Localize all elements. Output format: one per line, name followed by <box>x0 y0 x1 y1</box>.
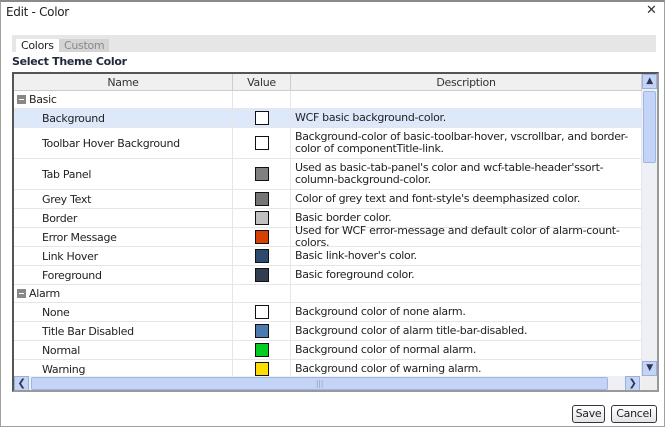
table-row[interactable]: Link Hover Basic link-hover's color. <box>14 247 642 266</box>
color-description: Used as basic-tab-panel's color and wcf-… <box>291 159 642 189</box>
vertical-scrollbar[interactable]: ▲ ▼ <box>642 74 657 376</box>
empty-cell <box>291 285 642 302</box>
close-icon[interactable]: ✕ <box>646 3 657 18</box>
color-swatch[interactable] <box>254 111 269 125</box>
table-row[interactable]: Toolbar Hover Background Background-color… <box>14 128 642 159</box>
collapse-icon[interactable] <box>17 95 26 104</box>
color-swatch[interactable] <box>254 362 269 376</box>
value-cell <box>233 228 291 246</box>
scrollbar-corner <box>642 376 657 390</box>
color-description: Basic link-hover's color. <box>291 247 642 265</box>
color-description: Background color of none alarm. <box>291 303 642 321</box>
color-name: Background <box>14 109 233 127</box>
color-swatch[interactable] <box>254 211 269 225</box>
column-header-value[interactable]: Value <box>233 74 291 91</box>
color-description: Color of grey text and font-style's deem… <box>291 190 642 208</box>
value-cell <box>233 128 291 158</box>
color-description: WCF basic background-color. <box>291 109 642 127</box>
table-header: Name Value Description <box>14 74 642 91</box>
color-description: Background-color of basic-toolbar-hover,… <box>291 128 642 158</box>
color-swatch[interactable] <box>254 268 269 282</box>
color-swatch[interactable] <box>254 343 269 357</box>
save-button[interactable]: Save <box>572 405 605 423</box>
scroll-down-icon[interactable]: ▼ <box>642 361 657 376</box>
group-cell: Alarm <box>14 285 233 302</box>
vertical-scroll-thumb[interactable] <box>643 91 656 163</box>
tab-custom[interactable]: Custom <box>59 39 110 52</box>
dialog-title: Edit - Color <box>6 5 69 19</box>
column-header-name[interactable]: Name <box>14 74 233 91</box>
table-row[interactable]: None Background color of none alarm. <box>14 303 642 322</box>
color-name: Toolbar Hover Background <box>14 128 233 158</box>
value-cell <box>233 303 291 321</box>
color-swatch[interactable] <box>254 305 269 319</box>
color-description: Background color of alarm title-bar-disa… <box>291 322 642 340</box>
color-swatch[interactable] <box>254 249 269 263</box>
cancel-button[interactable]: Cancel <box>611 405 657 423</box>
color-name: Error Message <box>14 228 233 246</box>
color-name: Link Hover <box>14 247 233 265</box>
color-swatch[interactable] <box>254 230 269 244</box>
table-row[interactable]: Title Bar Disabled Background color of al… <box>14 322 642 341</box>
color-description: Basic foreground color. <box>291 266 642 284</box>
group-row[interactable]: Alarm <box>14 285 642 303</box>
scroll-right-icon[interactable]: ❯ <box>625 376 640 390</box>
collapse-icon[interactable] <box>17 289 26 298</box>
value-cell <box>233 266 291 284</box>
horizontal-scroll-thumb[interactable]: ||| <box>31 377 608 390</box>
value-cell <box>233 322 291 340</box>
horizontal-scrollbar[interactable]: ❮ ||| ❯ <box>14 376 642 390</box>
color-description: Background color of normal alarm. <box>291 341 642 359</box>
color-swatch[interactable] <box>254 324 269 338</box>
table-row[interactable]: Background WCF basic background-color. <box>14 109 642 128</box>
scroll-up-icon[interactable]: ▲ <box>642 74 657 89</box>
group-cell: Basic <box>14 91 233 108</box>
group-label: Basic <box>29 93 57 106</box>
value-cell <box>233 247 291 265</box>
group-label: Alarm <box>29 287 60 300</box>
color-description: Used for WCF error-message and default c… <box>291 225 642 249</box>
color-name: Foreground <box>14 266 233 284</box>
color-name: Title Bar Disabled <box>14 322 233 340</box>
tab-colors[interactable]: Colors <box>16 39 59 52</box>
table-row[interactable]: Normal Background color of normal alarm. <box>14 341 642 360</box>
value-cell <box>233 341 291 359</box>
empty-cell <box>233 91 291 108</box>
empty-cell <box>233 285 291 302</box>
color-swatch[interactable] <box>254 192 269 206</box>
section-title: Select Theme Color <box>12 55 127 68</box>
group-row[interactable]: Basic <box>14 91 642 109</box>
value-cell <box>233 159 291 189</box>
table-row[interactable]: Error Message Used for WCF error-message … <box>14 225 642 249</box>
empty-cell <box>291 91 642 108</box>
color-name: Tab Panel <box>14 159 233 189</box>
color-name: None <box>14 303 233 321</box>
color-name: Border <box>14 209 233 227</box>
color-swatch[interactable] <box>254 136 269 150</box>
value-cell <box>233 109 291 127</box>
column-header-description[interactable]: Description <box>291 74 642 91</box>
theme-color-table: Name Value Description Basic Background WC… <box>12 72 659 392</box>
table-row[interactable]: Tab Panel Used as basic-tab-panel's color… <box>14 159 642 190</box>
scroll-left-icon[interactable]: ❮ <box>14 376 29 390</box>
value-cell <box>233 209 291 227</box>
table-row[interactable]: Foreground Basic foreground color. <box>14 266 642 285</box>
edit-color-dialog: Edit - Color ✕ Colors Custom Select Them… <box>0 0 665 427</box>
color-name: Normal <box>14 341 233 359</box>
tab-strip: Colors Custom <box>12 35 656 52</box>
color-swatch[interactable] <box>254 167 269 181</box>
table-row[interactable]: Grey Text Color of grey text and font-sty… <box>14 190 642 209</box>
color-name: Grey Text <box>14 190 233 208</box>
value-cell <box>233 190 291 208</box>
